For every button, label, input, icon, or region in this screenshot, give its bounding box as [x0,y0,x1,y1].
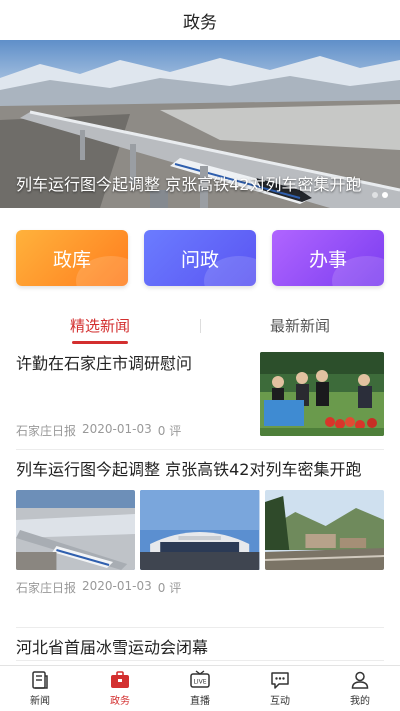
briefcase-icon [111,671,129,688]
banner-caption[interactable]: 列车运行图今起调整 京张高铁42对列车密集开跑 [16,173,384,196]
news-image[interactable] [264,490,384,570]
nav-government[interactable]: 政务 [80,666,160,711]
nav-live[interactable]: LIVE 直播 [160,666,240,711]
news-item-text: 许勤在石家庄市调研慰问 石家庄日报 2020-01-03 0 评 [16,352,260,449]
news-image-group [16,490,384,570]
news-meta: 石家庄日报 2020-01-03 0 评 [16,579,384,596]
zhengku-button[interactable]: 政库 [16,230,128,286]
news-source: 石家庄日报 [16,424,77,438]
tab-latest-label: 最新新闻 [269,317,330,335]
station-photo [140,490,260,570]
nav-live-label: 直播 [190,696,210,707]
news-tabs: 精选新闻 最新新闻 [0,314,400,346]
tab-latest-news[interactable]: 最新新闻 [200,314,400,346]
news-image[interactable] [140,490,260,570]
news-headline[interactable]: 列车运行图今起调整 京张高铁42对列车密集开跑 [16,458,384,482]
nav-news[interactable]: 新闻 [0,666,80,711]
tab-featured-label: 精选新闻 [69,317,130,335]
svg-text:LIVE: LIVE [193,679,206,686]
user-icon [351,671,369,689]
banshi-button[interactable]: 办事 [272,230,384,286]
news-thumbnail[interactable] [260,352,384,436]
quick-actions: 政库 问政 办事 [0,230,400,286]
train-viaduct-photo [16,490,136,570]
wenzheng-label: 问政 [180,248,219,271]
carousel-dot-active[interactable] [382,192,388,198]
tab-featured-news[interactable]: 精选新闻 [0,314,200,346]
nav-interact[interactable]: 互动 [240,666,320,711]
nav-government-label: 政务 [110,696,130,707]
nav-mine[interactable]: 我的 [320,666,400,711]
news-item[interactable]: 许勤在石家庄市调研慰问 石家庄日报 2020-01-03 0 评 [16,346,384,450]
zhengku-label: 政库 [52,248,91,271]
page-title: 政务 [183,12,217,33]
banner-carousel[interactable]: 列车运行图今起调整 京张高铁42对列车密集开跑 [0,40,400,208]
live-tv-icon: LIVE [190,670,210,688]
news-comments: 0 评 [157,424,182,438]
bottom-nav: 新闻 政务 LIVE 直播 互动 我的 [0,665,400,711]
nav-news-label: 新闻 [30,696,50,707]
news-headline[interactable]: 河北省首届冰雪运动会闭幕 [16,636,384,660]
news-date: 2020-01-03 [82,579,152,593]
news-headline[interactable]: 许勤在石家庄市调研慰问 [16,352,260,376]
nav-mine-label: 我的 [350,696,370,707]
news-list: 许勤在石家庄市调研慰问 石家庄日报 2020-01-03 0 评 列车运行图今起… [0,346,400,661]
news-icon [32,671,48,689]
news-item[interactable]: 列车运行图今起调整 京张高铁42对列车密集开跑 石家庄日报 2020-01-03… [16,450,384,628]
wenzheng-button[interactable]: 问政 [144,230,256,286]
market-visit-photo [260,352,384,436]
nav-interact-label: 互动 [270,696,290,707]
news-comments: 0 评 [157,581,182,595]
news-source: 石家庄日报 [16,581,77,595]
app-root: 政务 列车运行图今起调整 京张高铁42对列车密集开跑 政库 问政 办事 精选新闻… [0,0,400,711]
news-item[interactable]: 河北省首届冰雪运动会闭幕 [16,628,384,661]
news-meta: 石家庄日报 2020-01-03 0 评 [16,422,181,439]
news-date: 2020-01-03 [82,422,152,436]
carousel-dot[interactable] [372,192,378,198]
chat-icon [271,672,289,689]
banshi-label: 办事 [308,248,347,271]
news-image[interactable] [16,490,136,570]
railway-village-photo [264,490,384,570]
tab-active-underline [72,341,128,344]
carousel-dots [372,192,388,198]
top-header: 政务 [0,0,400,40]
